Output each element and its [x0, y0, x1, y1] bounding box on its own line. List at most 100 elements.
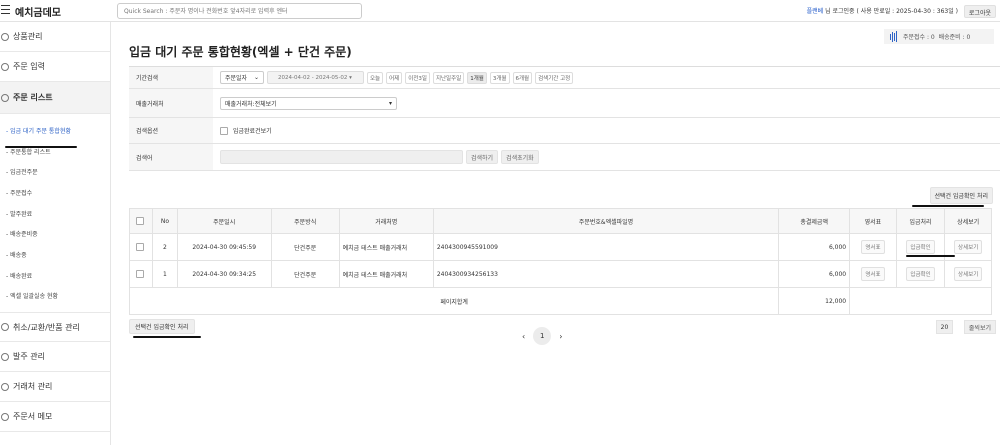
row-order-number[interactable]: 2404300934256133 — [432, 260, 780, 288]
select-all-checkbox[interactable] — [136, 217, 145, 225]
receipt-button[interactable]: 영서표 — [861, 240, 885, 254]
page-number[interactable]: 1 — [533, 327, 552, 345]
option-label: 검색옵션 — [129, 118, 213, 143]
sidebar-item-memo[interactable]: 주문서 메모 — [0, 402, 110, 433]
sidebar-item-order-input[interactable]: 주문 입력 — [0, 52, 110, 82]
col-order-method: 주문방식 — [270, 208, 340, 234]
period-label: 기간검색 — [129, 67, 213, 88]
row-order-number[interactable]: 2404300945591009 — [432, 233, 780, 261]
sub-item-excel-bulk[interactable]: - 엑셀 일괄실송 현황 — [0, 286, 110, 307]
row-datetime: 2024-04-30 09:34:25 — [176, 260, 272, 288]
sidebar-item-cancel-return[interactable]: 취소/교환/반품 관리 — [0, 312, 110, 343]
confirm-selected-button-bottom[interactable]: 선택건 입금확인 처리 — [129, 319, 195, 334]
range-6months[interactable]: 6개월 — [512, 71, 533, 84]
status-orders: 주문접수 : 0 — [903, 34, 935, 41]
select-all-header — [128, 208, 154, 234]
user-name[interactable]: 플랜베 — [807, 8, 824, 15]
range-3months[interactable]: 3개월 — [489, 71, 510, 84]
range-1week[interactable]: 지난일주일 — [432, 71, 465, 84]
vendor-select[interactable]: 매출거래처:전체보기 ▾ — [220, 96, 397, 110]
col-vendor: 거래처명 — [338, 208, 434, 234]
sidebar-item-label: 취소/교환/반품 관리 — [13, 322, 80, 332]
main-content: 주문접수 : 0 배송준비 : 0 입금 대기 주문 통합현황(엑셀 + 단건 … — [112, 22, 1000, 445]
sidebar-item-label: 상품관리 — [13, 32, 43, 41]
range-yesterday[interactable]: 어제 — [386, 71, 403, 84]
page-title: 입금 대기 주문 통합현황(엑셀 + 단건 주문) — [129, 45, 352, 59]
row-method: 단건주문 — [270, 260, 340, 288]
hamburger-menu-icon[interactable] — [1, 5, 10, 14]
sidebar-sub-list: - 입금 대기 주문 통합현황 - 주문통합 리스트 - 입금전주문 - 주문접… — [0, 114, 110, 306]
sidebar-item-po[interactable]: 발주 관리 — [0, 342, 110, 373]
sub-item-delivered[interactable]: - 배송완료 — [0, 265, 110, 286]
logout-button[interactable]: 로그아웃 — [963, 5, 996, 18]
deposit-complete-checkbox[interactable] — [220, 126, 228, 135]
vendor-label: 매출거래처 — [129, 89, 213, 117]
sub-item-order-all[interactable]: - 주문통합 리스트 — [0, 141, 110, 162]
range-1month[interactable]: 1개월 — [467, 71, 487, 84]
sub-item-preparing[interactable]: - 배송준비중 — [0, 223, 110, 244]
deposit-complete-label: 입금완료건보기 — [233, 128, 272, 135]
range-fixed[interactable]: 검색기간 고정 — [535, 71, 574, 84]
row-checkbox[interactable] — [136, 243, 145, 251]
reset-button[interactable]: 검색초기화 — [501, 150, 539, 164]
sub-item-order-received[interactable]: - 주문접수 — [0, 182, 110, 203]
sidebar-item-vendors[interactable]: 거래처 관리 — [0, 372, 110, 403]
filter-row-period: 기간검색 주문일자 ⌄ 2024-04-02 - 2024-05-02 ▾ 오늘 … — [129, 67, 1000, 89]
equalizer-icon — [890, 31, 897, 42]
deposit-confirm-button[interactable]: 입금확인 — [906, 240, 935, 254]
date-type-value: 주문일자 — [225, 75, 248, 82]
products-icon — [1, 32, 9, 41]
sub-item-shipping[interactable]: - 배송중 — [0, 244, 110, 265]
pagination: ‹ 1 › — [522, 327, 562, 345]
detail-button[interactable]: 상세보기 — [954, 267, 983, 281]
sub-item-deposit-pending[interactable]: - 입금 대기 주문 통합현황 — [0, 120, 110, 141]
row-amount: 6,000 — [778, 260, 851, 288]
deposit-confirm-button[interactable]: 입금확인 — [906, 267, 935, 281]
sidebar-item-order-list[interactable]: 주문 리스트 — [0, 82, 110, 114]
row-checkbox[interactable] — [136, 270, 145, 278]
row-method: 단건주문 — [270, 233, 340, 261]
keyword-input[interactable] — [220, 150, 463, 164]
sub-item-po-complete[interactable]: - 발주완료 — [0, 203, 110, 224]
po-icon — [1, 352, 9, 361]
app-title[interactable]: 예치금데모 — [15, 4, 61, 19]
row-datetime: 2024-04-30 09:45:59 — [176, 233, 272, 261]
page-size-select[interactable]: 20 — [936, 320, 953, 334]
annotation-underline — [133, 336, 201, 338]
order-input-icon — [1, 62, 9, 71]
date-type-select[interactable]: 주문일자 ⌄ — [220, 71, 264, 84]
detail-button[interactable]: 상세보기 — [954, 240, 983, 254]
memo-icon — [1, 412, 9, 421]
next-page-icon[interactable]: › — [559, 332, 562, 341]
filter-row-option: 검색옵션 입금완료건보기 — [129, 118, 1000, 144]
sub-item-before-deposit[interactable]: - 입금전주문 — [0, 161, 110, 182]
page-size-apply-button[interactable]: 줄씩보기 — [963, 320, 996, 334]
range-3days[interactable]: 이전3일 — [405, 71, 430, 84]
col-order-datetime: 주문일시 — [176, 208, 272, 234]
search-button[interactable]: 검색하기 — [466, 150, 499, 164]
subtotal-row: 페이지합계 12,000 — [128, 287, 992, 315]
sidebar-item-label: 주문서 메모 — [13, 412, 53, 422]
vendors-icon — [1, 382, 9, 391]
row-receipt-cell: 영서표 — [849, 233, 897, 261]
top-bar: 예치금데모 플랜베 님 로그인중 ( 사용 만료일 : 2025-04-30 :… — [0, 0, 1000, 22]
user-info: 플랜베 님 로그인중 ( 사용 만료일 : 2025-04-30 : 363일 … — [807, 6, 958, 15]
annotation-underline — [5, 146, 77, 148]
sidebar-item-products[interactable]: 상품관리 — [0, 22, 110, 52]
row-deposit-cell: 입금확인 — [895, 260, 946, 288]
sidebar-item-label: 주문 리스트 — [13, 93, 53, 102]
col-order-number: 주문번호&엑셀파일명 — [432, 208, 780, 234]
annotation-underline — [912, 205, 984, 207]
receipt-button[interactable]: 영서표 — [861, 267, 885, 281]
confirm-selected-button-top[interactable]: 선택건 입금확인 처리 — [929, 187, 993, 204]
quick-search-input[interactable] — [117, 3, 362, 19]
prev-page-icon[interactable]: ‹ — [522, 332, 525, 341]
date-range-picker[interactable]: 2024-04-02 - 2024-05-02 ▾ — [267, 71, 364, 84]
sidebar-item-label: 거래처 관리 — [13, 382, 53, 392]
subtotal-empty — [849, 287, 992, 315]
filter-row-vendor: 매출거래처 매출거래처:전체보기 ▾ — [129, 89, 1000, 118]
row-no: 1 — [152, 260, 178, 288]
orders-table: No 주문일시 주문방식 거래처명 주문번호&엑셀파일명 총결제금액 영서표 입… — [128, 208, 992, 315]
sidebar-item-label: 주문 입력 — [13, 62, 45, 71]
range-today[interactable]: 오늘 — [367, 71, 384, 84]
